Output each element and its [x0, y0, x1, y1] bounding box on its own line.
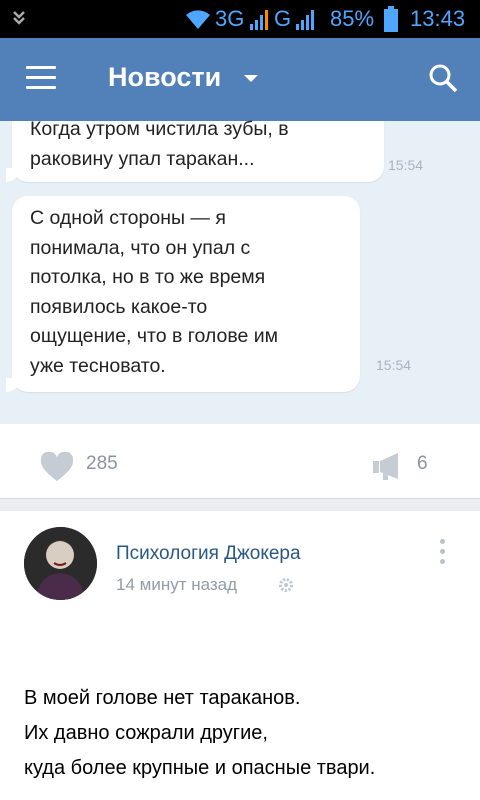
chat-time: 15:54 [376, 357, 412, 373]
status-bar: 3G G 85% 13:43 [0, 0, 480, 38]
gear-icon [279, 578, 293, 592]
signal-icon [250, 10, 268, 30]
post-image-chat[interactable]: Когда утром чистила зубы, в раковину упа… [0, 118, 480, 424]
megaphone-icon[interactable] [372, 451, 406, 481]
signal-icon-2 [296, 10, 314, 30]
feed-post: Психология Джокера 14 минут назад В моей… [0, 511, 480, 800]
post-text-line: В моей голове нет тараканов. [24, 687, 301, 709]
chat-bubble: Когда утром чистила зубы, в раковину упа… [6, 118, 384, 182]
search-icon[interactable] [428, 63, 458, 93]
chat-line: уже тесновато. [30, 354, 166, 377]
wifi-icon [186, 10, 210, 29]
share-count[interactable]: 6 [417, 453, 428, 475]
post-text-line: Их давно сожрали другие, [24, 722, 268, 744]
network-type-1: 3G [215, 6, 245, 31]
chat-bubble: С одной стороны — я понимала, что он упа… [6, 196, 360, 392]
battery-percent: 85% [330, 6, 375, 31]
caret-down-icon[interactable] [244, 75, 258, 82]
heart-icon[interactable] [40, 452, 74, 482]
notification-icon [13, 11, 25, 25]
chat-line: Когда утром чистила зубы, в [30, 118, 289, 140]
chat-line: раковину упал таракан... [30, 147, 255, 170]
chat-line: появилось какое-то [30, 295, 208, 318]
chat-line: С одной стороны — я [30, 207, 226, 229]
more-vertical-icon[interactable] [440, 539, 448, 569]
like-count[interactable]: 285 [86, 453, 118, 475]
chat-line: потолка, но в то же время [30, 266, 266, 288]
network-type-2: G [274, 6, 292, 31]
page-title[interactable]: Новости [108, 62, 221, 93]
app-header: Новости [0, 38, 480, 121]
clock: 13:43 [410, 6, 466, 31]
chat-line: понимала, что он упал с [30, 236, 251, 259]
post-text-line: куда более крупные и опасные твари. [24, 757, 376, 779]
battery-icon [384, 6, 398, 32]
hamburger-icon[interactable] [26, 66, 56, 90]
divider [0, 499, 480, 511]
post-author[interactable]: Психология Джокера [116, 543, 301, 565]
chat-time: 15:54 [388, 157, 424, 173]
avatar[interactable] [24, 527, 97, 600]
post-time: 14 минут назад [116, 575, 238, 594]
avatar-image [24, 527, 97, 600]
chat-line: ощущение, что в голове им [30, 325, 279, 347]
